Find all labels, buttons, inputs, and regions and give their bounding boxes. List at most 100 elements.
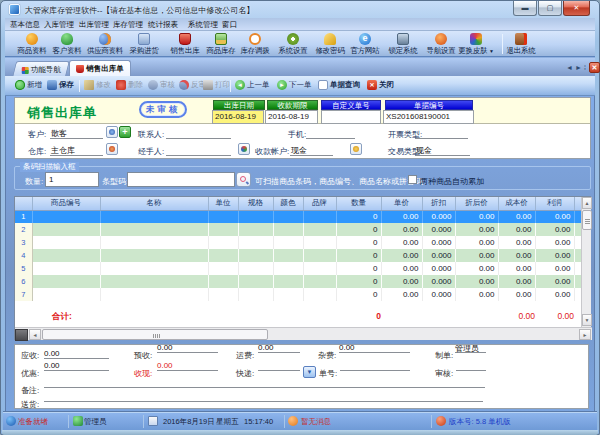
qty-input[interactable]: 1 xyxy=(45,172,99,187)
unaudit-button[interactable]: 反审 xyxy=(179,80,206,90)
minimize-button[interactable]: ▬ xyxy=(513,1,537,16)
toolbar-button-stock[interactable]: 商品库存 xyxy=(202,33,240,56)
customer-field[interactable]: 散客 xyxy=(50,128,103,139)
save-button[interactable]: 保存 xyxy=(47,80,74,90)
discount-field[interactable]: 0.00 xyxy=(44,361,109,371)
audit-button[interactable]: 审核 xyxy=(148,80,175,90)
menu-item-reports[interactable]: 统计报表 xyxy=(148,18,178,31)
col-name[interactable]: 名称 xyxy=(100,197,208,210)
close-doc-button[interactable]: ✕关闭 xyxy=(367,80,394,90)
menu-item-basic-info[interactable]: 基本信息 xyxy=(10,18,40,31)
new-button[interactable]: 新增 xyxy=(15,80,42,90)
col-color[interactable]: 颜色 xyxy=(273,197,303,210)
date-input[interactable]: 2016-08-19 xyxy=(212,110,264,124)
invoice-field[interactable] xyxy=(415,128,468,139)
grid-horizontal-scrollbar[interactable]: ◄ ► xyxy=(15,327,592,340)
cash-field[interactable]: 0.00 xyxy=(157,361,218,371)
col-spec[interactable]: 规格 xyxy=(238,197,273,210)
toolbar-button-products[interactable]: 商品资料 xyxy=(13,33,51,56)
misc-field[interactable]: 0.00 xyxy=(339,343,410,353)
scroll-left-icon[interactable]: ◄ xyxy=(29,329,41,340)
auto-accumulate-checkbox[interactable] xyxy=(408,175,417,184)
custom-no-input[interactable] xyxy=(321,110,381,124)
delete-button[interactable]: 删除 xyxy=(116,80,143,90)
warehouse-lookup-button[interactable] xyxy=(106,143,118,155)
contact-field[interactable] xyxy=(166,128,231,139)
menu-item-system[interactable]: 系统管理 xyxy=(188,18,218,31)
tab-scroll-right-icon[interactable]: ► xyxy=(575,64,582,71)
grid-row-1[interactable]: 100.000.0000.000.000.00 xyxy=(15,210,582,223)
horizontal-scroll-thumb[interactable] xyxy=(42,329,268,340)
auditor-field[interactable] xyxy=(456,361,486,371)
col-brand[interactable]: 品牌 xyxy=(303,197,336,210)
tab-list-icon[interactable]: ⁞ xyxy=(584,64,586,71)
handler-lookup-button[interactable] xyxy=(238,143,250,155)
phone-field[interactable] xyxy=(306,128,355,139)
col-unit[interactable]: 单位 xyxy=(208,197,238,210)
grid-vertical-scrollbar[interactable]: ▲ ▼ xyxy=(581,197,591,327)
col-price[interactable]: 单价 xyxy=(381,197,422,210)
toolbar-button-website[interactable]: e官方网站 xyxy=(346,33,384,56)
tracking-field[interactable] xyxy=(340,361,410,371)
prev-button[interactable]: ◄上一单 xyxy=(235,80,270,90)
grid-row-6[interactable]: 600.000.0000.000.000.00 xyxy=(15,275,582,288)
query-button[interactable]: 单据查询 xyxy=(318,80,360,90)
toolbar-button-password[interactable]: 修改密码 xyxy=(311,33,349,56)
maximize-button[interactable]: ▢ xyxy=(538,1,562,16)
scroll-down-icon[interactable]: ▼ xyxy=(582,314,592,326)
toolbar-button-customers[interactable]: 客户资料 xyxy=(48,33,86,56)
toolbar-button-exit-system[interactable]: 退出系统 xyxy=(502,33,540,56)
receivable-field[interactable]: 0.00 xyxy=(44,349,109,359)
account-lookup-button[interactable] xyxy=(350,143,362,155)
due-input[interactable]: 2016-08-19 xyxy=(265,110,318,124)
warehouse-field[interactable]: 主仓库 xyxy=(50,145,103,156)
grid-row-5[interactable]: 500.000.0000.000.000.00 xyxy=(15,262,582,275)
freight-field[interactable]: 0.00 xyxy=(258,343,300,353)
next-button[interactable]: ►下一单 xyxy=(277,80,312,90)
handler-field[interactable] xyxy=(166,145,231,156)
remark-field[interactable] xyxy=(44,378,485,388)
col-discounted-price[interactable]: 折后价 xyxy=(455,197,498,210)
menu-item-window[interactable]: 窗口 xyxy=(222,18,237,31)
grid-row-3[interactable]: 300.000.0000.000.000.00 xyxy=(15,236,582,249)
account-field[interactable]: 现金 xyxy=(290,145,333,156)
prepaid-field[interactable]: 0.00 xyxy=(157,343,218,353)
col-qty[interactable]: 数量 xyxy=(336,197,381,210)
grid-row-7[interactable]: 700.000.0000.000.000.00 xyxy=(15,288,582,301)
close-button[interactable]: ✕ xyxy=(563,1,590,16)
grid-row-2[interactable]: 200.000.0000.000.000.00 xyxy=(15,223,582,236)
menu-item-inbound[interactable]: 入库管理 xyxy=(44,18,74,31)
modify-button[interactable]: 修改 xyxy=(84,80,111,90)
tab-sales-order[interactable]: 销售出库单 xyxy=(69,60,131,77)
toolbar-button-sales-out[interactable]: 销售出库 xyxy=(166,33,204,56)
toolbar-button-lock[interactable]: 锁定系统 xyxy=(384,33,422,56)
trade-field[interactable]: 现金 xyxy=(415,145,470,156)
col-profit[interactable]: 利润 xyxy=(535,197,574,210)
col-product-code[interactable]: 商品编号 xyxy=(32,197,100,210)
toolbar-button-settings[interactable]: 系统设置 xyxy=(274,33,312,56)
menu-item-outbound[interactable]: 出库管理 xyxy=(79,18,109,31)
toolbar-button-suppliers[interactable]: 供应商资料 xyxy=(83,33,127,56)
toolbar-button-transfer[interactable]: 库存调拨 xyxy=(236,33,274,56)
customer-lookup-button[interactable] xyxy=(106,126,118,138)
express-dropdown-button[interactable]: ▼ xyxy=(303,366,316,378)
grid-row-4[interactable]: 400.000.0000.000.000.00 xyxy=(15,249,582,262)
express-field[interactable] xyxy=(258,361,300,371)
print-button[interactable]: 打印 xyxy=(203,80,230,90)
toolbar-button-purchase[interactable]: 采购进货 xyxy=(125,33,163,56)
barcode-input[interactable] xyxy=(127,172,235,187)
barcode-search-button[interactable] xyxy=(236,172,251,187)
customer-add-button[interactable]: + xyxy=(119,126,131,138)
tab-function-nav[interactable]: 功能导航 xyxy=(12,61,70,77)
toolbar-button-skin[interactable]: 更换皮肤 ▼ xyxy=(453,33,499,56)
col-discount[interactable]: 折扣 xyxy=(422,197,455,210)
doc-no-input[interactable]: XS201608190001 xyxy=(383,110,474,124)
col-cost[interactable]: 成本价 xyxy=(498,197,535,210)
menu-item-inventory[interactable]: 库存管理 xyxy=(113,18,143,31)
delivery-field[interactable] xyxy=(44,392,483,402)
tab-scroll-left-icon[interactable]: ◄ xyxy=(566,64,573,71)
tab-close-button[interactable]: ✕ xyxy=(589,62,600,73)
scroll-right-icon[interactable]: ► xyxy=(579,329,591,340)
vertical-scroll-thumb[interactable] xyxy=(582,210,592,230)
scroll-up-icon[interactable]: ▲ xyxy=(582,197,592,209)
